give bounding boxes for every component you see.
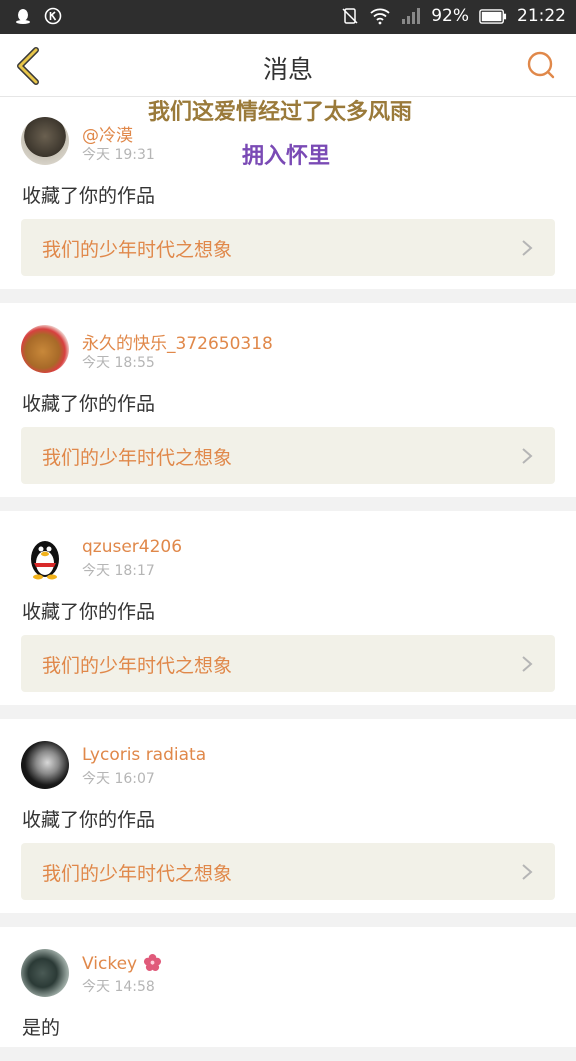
- action-text: 收藏了你的作品: [22, 809, 156, 831]
- avatar[interactable]: [21, 949, 69, 997]
- page-title: 消息: [262, 55, 313, 84]
- timestamp: 今天 16:07: [82, 771, 155, 787]
- clock: 21:22: [517, 6, 566, 26]
- action-text: 收藏了你的作品: [22, 393, 156, 415]
- message-card: qzuser4206 今天 18:17 收藏了你的作品 我们的少年时代之想象: [0, 511, 576, 705]
- work-title: 我们的少年时代之想象: [42, 655, 233, 677]
- action-text: 收藏了你的作品: [22, 185, 156, 207]
- qq-notification-icon: [16, 9, 30, 24]
- flower-icon: [143, 953, 161, 972]
- timestamp: 今天 18:55: [82, 355, 155, 371]
- lyric-overlay-line-2: 拥入怀里: [242, 144, 331, 169]
- work-link[interactable]: 我们的少年时代之想象: [21, 635, 555, 692]
- k-app-notification-icon: [44, 7, 62, 25]
- avatar[interactable]: [21, 533, 69, 581]
- work-title: 我们的少年时代之想象: [42, 239, 233, 261]
- avatar[interactable]: [21, 325, 69, 373]
- username[interactable]: Vickey: [82, 954, 137, 974]
- penguin-icon: [31, 541, 59, 580]
- wifi-icon: [370, 8, 390, 25]
- username[interactable]: @冷漠: [82, 121, 133, 146]
- search-icon[interactable]: [526, 50, 556, 80]
- battery-percent: 92%: [431, 6, 469, 26]
- timestamp: 今天 14:58: [82, 979, 155, 995]
- message-card: 永久的快乐_372650318 今天 18:55 收藏了你的作品 我们的少年时代…: [0, 303, 576, 497]
- username[interactable]: 永久的快乐_372650318: [82, 329, 273, 354]
- no-sim-icon: [342, 8, 358, 24]
- message-card: Lycoris radiata 今天 16:07 收藏了你的作品 我们的少年时代…: [0, 719, 576, 913]
- chevron-right-icon: [522, 240, 533, 256]
- work-link[interactable]: 我们的少年时代之想象: [21, 843, 555, 900]
- username-row: Vickey: [82, 953, 162, 974]
- app-header: 消息: [0, 34, 576, 97]
- message-card: Vickey 今天 14:58 是的: [0, 927, 576, 1047]
- action-text: 收藏了你的作品: [22, 601, 156, 623]
- avatar[interactable]: [21, 741, 69, 789]
- timestamp: 今天 19:31: [82, 147, 155, 163]
- avatar[interactable]: [21, 117, 69, 165]
- signal-icon: [402, 8, 421, 24]
- battery-icon: [479, 8, 507, 24]
- work-link[interactable]: 我们的少年时代之想象: [21, 427, 555, 484]
- action-text: 是的: [22, 1017, 61, 1039]
- message-feed: @冷漠 今天 19:31 收藏了你的作品 我们的少年时代之想象 永久的快乐_37…: [0, 97, 576, 1061]
- lyric-overlay-line-1: 我们这爱情经过了太多风雨: [148, 100, 413, 125]
- timestamp: 今天 18:17: [82, 563, 155, 579]
- chevron-right-icon: [522, 656, 533, 672]
- work-title: 我们的少年时代之想象: [42, 447, 233, 469]
- work-link[interactable]: 我们的少年时代之想象: [21, 219, 555, 276]
- chevron-right-icon: [522, 448, 533, 464]
- username[interactable]: qzuser4206: [82, 537, 182, 557]
- status-bar: 92% 21:22: [0, 0, 576, 34]
- chevron-right-icon: [522, 864, 533, 880]
- work-title: 我们的少年时代之想象: [42, 863, 233, 885]
- username[interactable]: Lycoris radiata: [82, 745, 206, 765]
